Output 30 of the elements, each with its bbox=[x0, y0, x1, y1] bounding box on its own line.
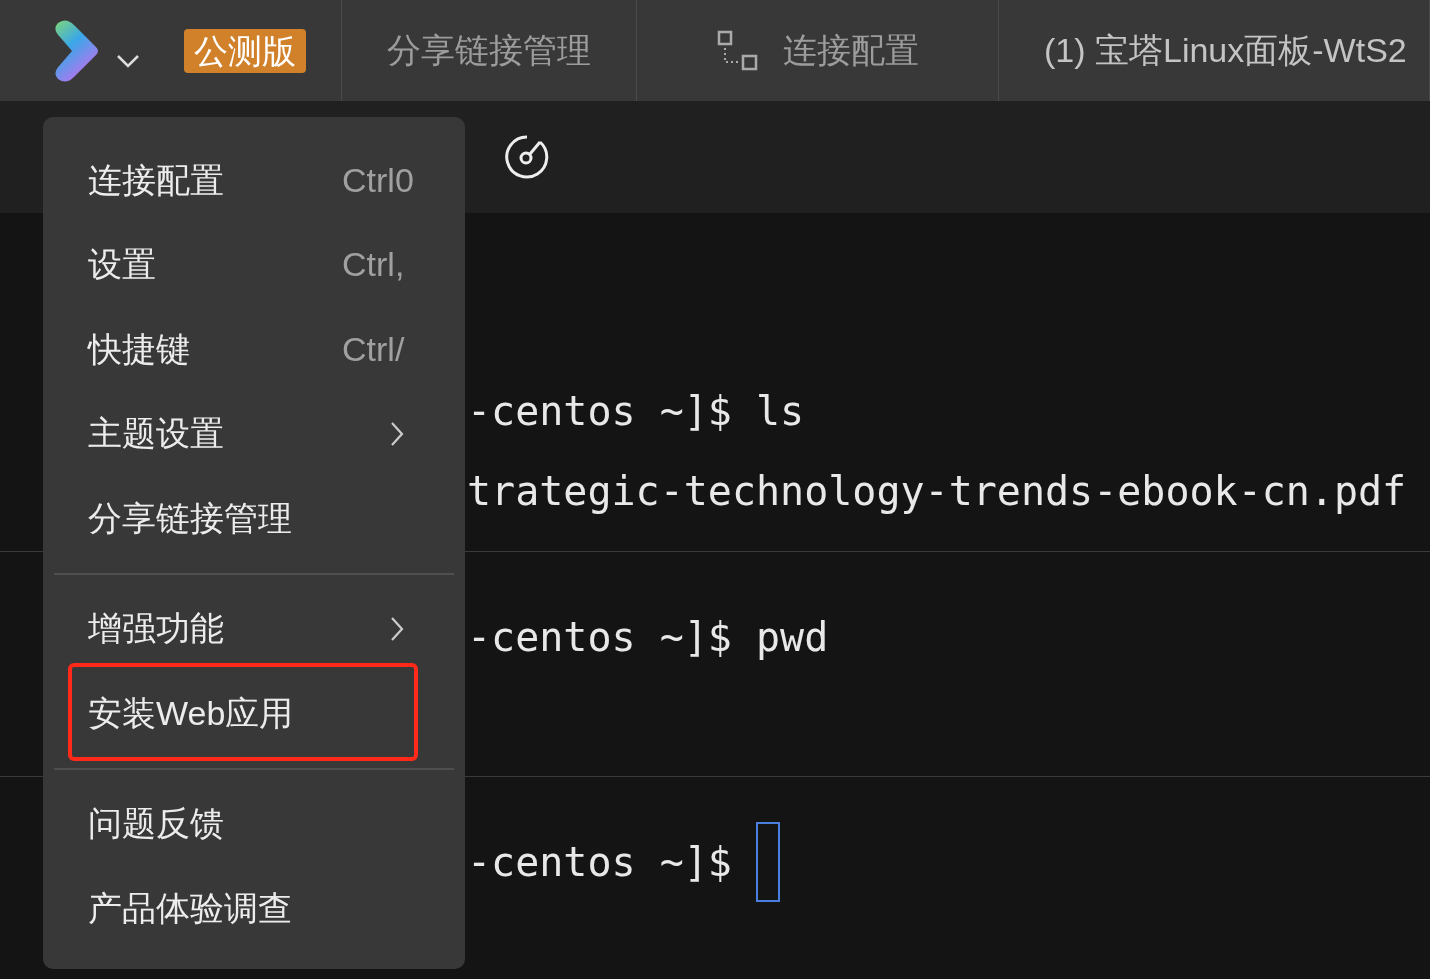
menu-label: 设置 bbox=[88, 244, 156, 286]
terminal-line: -centos ~]$ ls bbox=[467, 387, 805, 436]
menu-label: 分享链接管理 bbox=[88, 497, 292, 539]
shortcut-label: Ctrl/ bbox=[342, 328, 406, 370]
menu-item[interactable]: 连接配置 Ctrl0 bbox=[54, 138, 454, 223]
menu-item[interactable]: 安装Web应用 bbox=[54, 671, 454, 756]
menu-label: 问题反馈 bbox=[88, 803, 224, 845]
nodes-icon bbox=[716, 29, 759, 72]
menu-label: 连接配置 bbox=[88, 159, 224, 201]
terminal-line: -centos ~]$ pwd bbox=[467, 613, 829, 662]
shortcut-label: Ctrl, bbox=[342, 244, 406, 286]
menu-item[interactable]: 产品体验调查 bbox=[54, 866, 454, 951]
menu-item[interactable]: 问题反馈 bbox=[54, 781, 454, 866]
menu-label: 产品体验调查 bbox=[88, 887, 292, 929]
menu-label: 增强功能 bbox=[88, 608, 224, 650]
terminal-line: -centos ~]$ bbox=[467, 838, 733, 887]
chevron-down-icon[interactable] bbox=[116, 53, 140, 68]
menu-label: 快捷键 bbox=[88, 328, 190, 370]
logo-icon[interactable] bbox=[52, 18, 100, 83]
menu-label: 安装Web应用 bbox=[88, 692, 294, 734]
terminal-line: trategic-technology-trends-ebook-cn.pdf bbox=[467, 467, 1407, 516]
menu-item[interactable]: 快捷键 Ctrl/ bbox=[54, 307, 454, 392]
menu-label: 主题设置 bbox=[88, 413, 224, 455]
beta-badge: 公测版 bbox=[184, 28, 306, 73]
menu-item[interactable]: 主题设置 bbox=[54, 391, 454, 476]
menu-item[interactable]: 分享链接管理 bbox=[54, 476, 454, 561]
menu-item[interactable]: 设置 Ctrl, bbox=[54, 222, 454, 307]
gauge-icon[interactable] bbox=[504, 134, 550, 180]
shortcut-label: Ctrl0 bbox=[342, 159, 414, 201]
menu-item[interactable]: 增强功能 bbox=[54, 586, 454, 671]
